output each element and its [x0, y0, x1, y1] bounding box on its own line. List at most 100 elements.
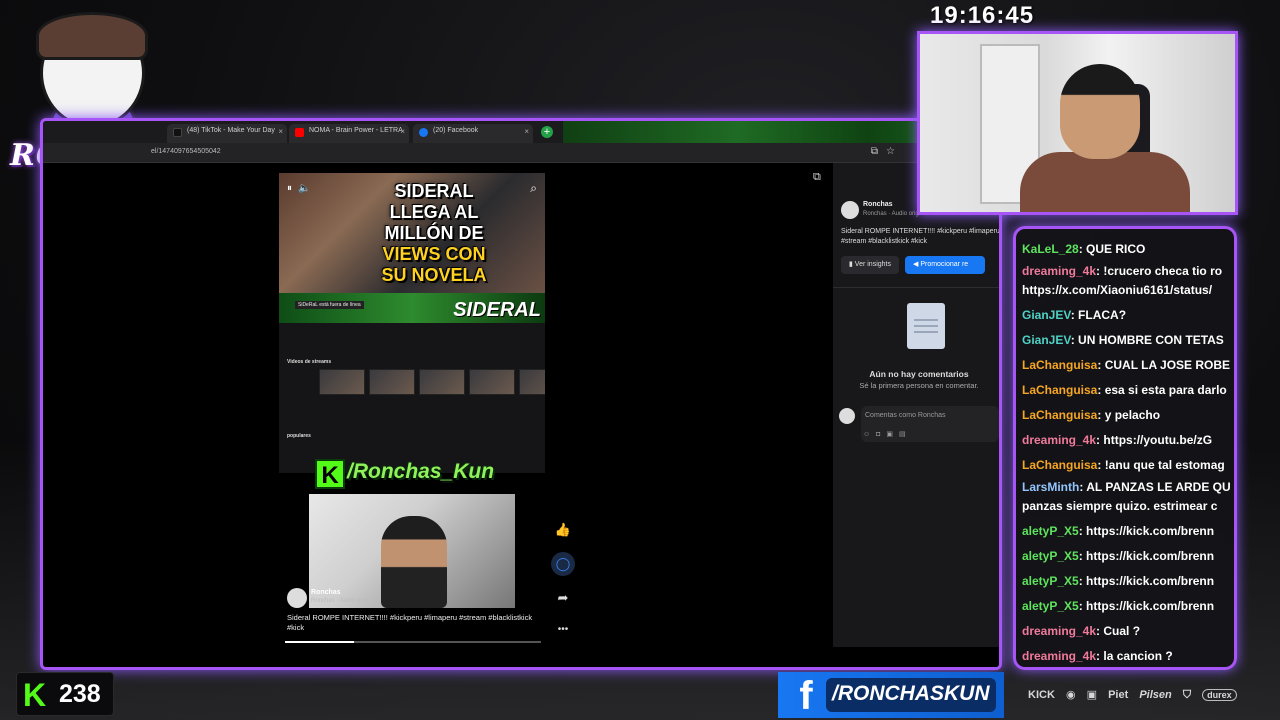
- chat-text: : https://kick.com/brenn: [1078, 599, 1215, 613]
- chat-username[interactable]: dreaming_4k: [1022, 624, 1096, 638]
- chat-text: : https://kick.com/brenn: [1078, 549, 1215, 563]
- video-thumb-row: [319, 369, 545, 395]
- post-caption: Sideral ROMPE INTERNET!!!! #kickperu #li…: [841, 228, 1000, 245]
- address-bar[interactable]: el/1474097654505042 ⧉☆: [43, 143, 999, 163]
- tab-label: NOMA - Brain Power - LETRA: [309, 127, 403, 134]
- reel-video[interactable]: ⏸🔈 ⌕ SIDERAL LLEGA AL MILLÓN DE VIEWS CO…: [279, 173, 545, 473]
- camera-icon[interactable]: ◘: [876, 431, 886, 438]
- address-actions[interactable]: ⧉☆: [871, 146, 903, 157]
- close-icon[interactable]: ×: [524, 127, 529, 136]
- chat-text: : https://youtu.be/zG: [1096, 433, 1213, 447]
- chat-username[interactable]: dreaming_4k: [1022, 649, 1096, 663]
- search-icon[interactable]: ⌕: [530, 181, 537, 196]
- video-thumbnail: [369, 369, 415, 395]
- chat-username[interactable]: LaChanguisa: [1022, 383, 1097, 397]
- chat-username[interactable]: LarsMinth: [1022, 480, 1079, 494]
- close-icon[interactable]: ×: [278, 127, 283, 136]
- insights-button[interactable]: ▮ Ver insights: [841, 256, 899, 274]
- chat-message: dreaming_4k: Cual ?: [1022, 619, 1234, 644]
- facebook-reel-viewer: ⏸🔈 ⌕ SIDERAL LLEGA AL MILLÓN DE VIEWS CO…: [43, 163, 999, 667]
- promote-button[interactable]: ◀ Promocionar re: [904, 256, 985, 274]
- chat-username[interactable]: GianJEV: [1022, 333, 1071, 347]
- chat-username[interactable]: LaChanguisa: [1022, 458, 1097, 472]
- kick-overlay: K /Ronchas_Kun: [315, 456, 515, 496]
- chat-username[interactable]: dreaming_4k: [1022, 433, 1096, 447]
- reel-caption: Sideral ROMPE INTERNET!!!! #kickperu #li…: [287, 613, 533, 632]
- chat-text: : Cual ?: [1096, 624, 1141, 638]
- pip-toggle-icon[interactable]: ⧉: [813, 171, 821, 184]
- video-progress-fill: [285, 641, 355, 643]
- chat-username[interactable]: dreaming_4k: [1022, 264, 1096, 278]
- chat-username[interactable]: aletyP_X5: [1022, 574, 1079, 588]
- webcam-feed: [917, 31, 1238, 215]
- chat-username[interactable]: aletyP_X5: [1022, 549, 1079, 563]
- chat-text: : !anu que tal estomag: [1097, 458, 1225, 472]
- chat-username[interactable]: GianJEV: [1022, 308, 1071, 322]
- document-icon: [907, 303, 945, 349]
- avatar[interactable]: [287, 588, 307, 608]
- avatar[interactable]: [841, 201, 859, 219]
- video-thumbnail: [519, 369, 545, 395]
- chat-username[interactable]: aletyP_X5: [1022, 524, 1079, 538]
- close-icon[interactable]: ×: [400, 127, 405, 136]
- headline-line: SU NOVELA: [381, 265, 487, 285]
- tab-facebook[interactable]: (20) Facebook ×: [413, 124, 533, 143]
- reel-audio[interactable]: Ronchas · Audio original: [311, 598, 376, 604]
- volume-icon[interactable]: 🔈: [298, 183, 316, 194]
- viewer-count: 238: [59, 680, 101, 708]
- more-options-icon[interactable]: •••: [551, 618, 575, 642]
- gif-icon[interactable]: ▣: [886, 431, 899, 438]
- facebook-icon: [419, 128, 428, 137]
- cast-icon[interactable]: ⧉: [871, 146, 886, 157]
- chat-message: dreaming_4k: !crucero checa tio ro https…: [1022, 262, 1234, 300]
- empty-comments-subtitle: Sé la primera persona en comentar.: [859, 381, 979, 390]
- emoji-icon[interactable]: ☺: [863, 431, 876, 438]
- like-icon[interactable]: 👍: [551, 518, 575, 542]
- new-tab-button[interactable]: +: [541, 126, 553, 138]
- share-icon[interactable]: ➦: [551, 586, 575, 610]
- facebook-handle: /RONCHASKUN: [832, 682, 990, 705]
- chat-message: aletyP_X5: https://kick.com/brenn: [1022, 569, 1234, 594]
- video-progress-bar[interactable]: [285, 641, 541, 643]
- reel-author[interactable]: Ronchas: [311, 589, 341, 596]
- chat-username[interactable]: KaLeL_28: [1022, 242, 1079, 256]
- twitch-icon: ▣: [1086, 689, 1098, 701]
- headline-line: LLEGA AL: [389, 202, 479, 222]
- banner-text: SIDERAL: [453, 299, 541, 321]
- chat-message: LaChanguisa: esa si esta para darlo: [1022, 378, 1234, 403]
- video-thumbnail: [419, 369, 465, 395]
- comment-icon[interactable]: ◯: [551, 552, 575, 576]
- pause-icon[interactable]: ⏸: [287, 183, 298, 194]
- video-thumbnail: [319, 369, 365, 395]
- sponsor-strip: KICK ◉ ▣ Piet Pilsen ⛉ durex: [1028, 688, 1245, 708]
- chat-text: : QUE RICO: [1078, 242, 1146, 256]
- chat-username[interactable]: LaChanguisa: [1022, 358, 1097, 372]
- chat-username[interactable]: LaChanguisa: [1022, 408, 1097, 422]
- youtube-icon: [295, 128, 304, 137]
- video-controls[interactable]: ⏸🔈: [287, 183, 316, 194]
- offline-label: SiDeRaL está fuera de línea: [295, 301, 364, 309]
- headline-line: SIDERAL: [394, 181, 474, 201]
- chat-username[interactable]: aletyP_X5: [1022, 599, 1079, 613]
- headline-line: MILLÓN DE: [384, 223, 484, 243]
- promote-label: Promocionar re: [920, 261, 969, 268]
- kick-logo-icon: K: [315, 459, 345, 489]
- chat-message: KaLeL_28: QUE RICO: [1022, 237, 1234, 262]
- chat-text: : la cancion ?: [1096, 649, 1173, 663]
- chat-message: GianJEV: FLACA?: [1022, 303, 1234, 328]
- tab-youtube[interactable]: NOMA - Brain Power - LETRA ×: [289, 124, 409, 143]
- chat-panel: KaLeL_28: QUE RICO dreaming_4k: !crucero …: [1013, 226, 1237, 670]
- logo-mascot-cap: [36, 12, 148, 60]
- tab-tiktok[interactable]: (48) TikTok - Make Your Day ×: [167, 124, 287, 143]
- sponsor-kick: KICK: [1028, 689, 1055, 701]
- post-author[interactable]: Ronchas: [863, 201, 893, 208]
- sticker-icon[interactable]: ▤: [899, 431, 912, 438]
- chat-message: LaChanguisa: y pelacho: [1022, 403, 1234, 428]
- chat-text: : FLACA?: [1070, 308, 1127, 322]
- address-text[interactable]: el/1474097654505042: [151, 148, 221, 155]
- facebook-handle-bar: f /RONCHASKUN: [778, 672, 1004, 718]
- bookmark-star-icon[interactable]: ☆: [886, 146, 903, 157]
- chat-text: : https://kick.com/brenn: [1078, 524, 1215, 538]
- chat-message: LaChanguisa: !anu que tal estomag: [1022, 453, 1234, 478]
- avatar: [839, 408, 855, 424]
